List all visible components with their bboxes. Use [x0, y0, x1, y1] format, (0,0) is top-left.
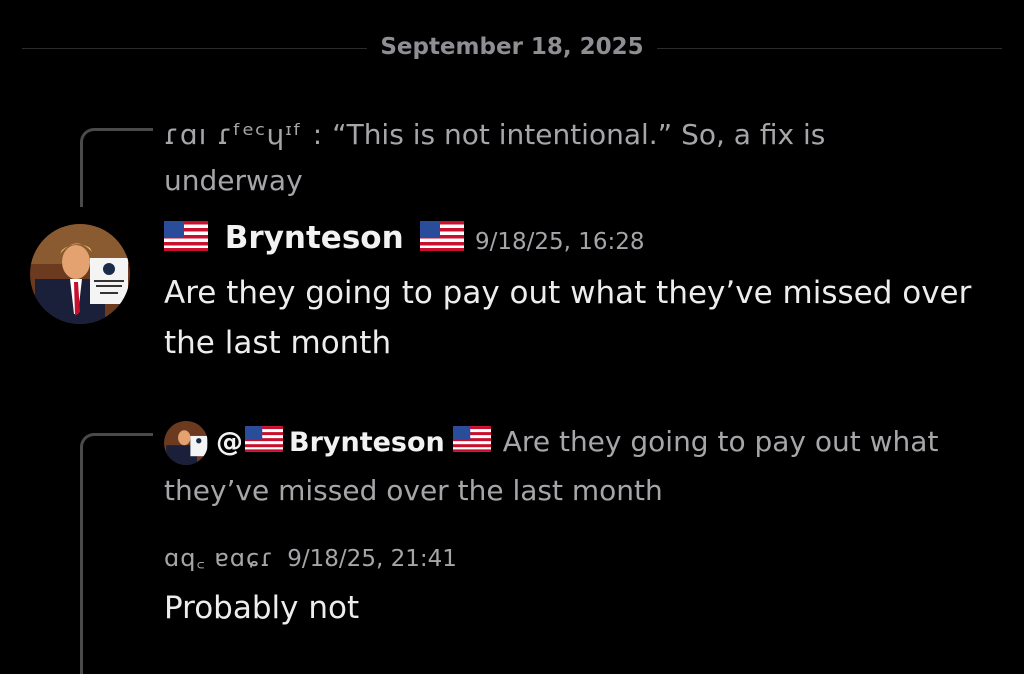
reply-preview-text-1: Are they going to pay out what	[502, 425, 939, 458]
message-text-1: Are they going to pay out what they’ve m…	[164, 275, 972, 311]
us-flag-icon	[245, 419, 283, 467]
reply-username: Brynteson	[289, 427, 445, 458]
us-flag-icon	[452, 419, 491, 467]
message-timestamp: 9/18/25, 21:41	[287, 546, 457, 572]
date-divider-line-right	[657, 48, 1002, 49]
mention-prefix: @	[216, 427, 243, 458]
message-author-redacted[interactable]: ɑq꜀ ɐɑɕɾ	[164, 544, 274, 572]
message-text-2: the last month	[164, 325, 392, 361]
date-divider-label: September 18, 2025	[380, 34, 644, 60]
date-divider-line-left	[22, 48, 367, 49]
reply-avatar	[164, 421, 208, 465]
reply-preview-text-2: they’ve missed over the last month	[164, 474, 663, 507]
reply-preview-text-1: “This is not intentional.” So, a fix is	[332, 118, 826, 151]
message-author[interactable]: Brynteson	[164, 220, 465, 259]
reply-preview[interactable]: @ Brynteson Are they going to pay out wh…	[164, 418, 1004, 515]
avatar[interactable]	[30, 224, 130, 324]
username: Brynteson	[224, 220, 404, 256]
message-timestamp: 9/18/25, 16:28	[475, 229, 645, 255]
message-content: Are they going to pay out what they’ve m…	[164, 268, 1014, 368]
reply-connector-line	[80, 433, 153, 674]
us-flag-icon	[164, 220, 208, 259]
message-author-line: ɑq꜀ ɐɑɕɾ 9/18/25, 21:41	[164, 541, 457, 574]
reply-author-redacted: ɾɑı ɾᶠᵉᶜɥᶦᶠ :	[164, 118, 324, 151]
message-content: Probably not	[164, 590, 360, 626]
reply-connector-line	[80, 128, 153, 207]
reply-preview[interactable]: ɾɑı ɾᶠᵉᶜɥᶦᶠ : “This is not intentional.”…	[164, 112, 1004, 204]
us-flag-icon	[420, 220, 465, 259]
reply-preview-text-2: underway	[164, 164, 303, 197]
